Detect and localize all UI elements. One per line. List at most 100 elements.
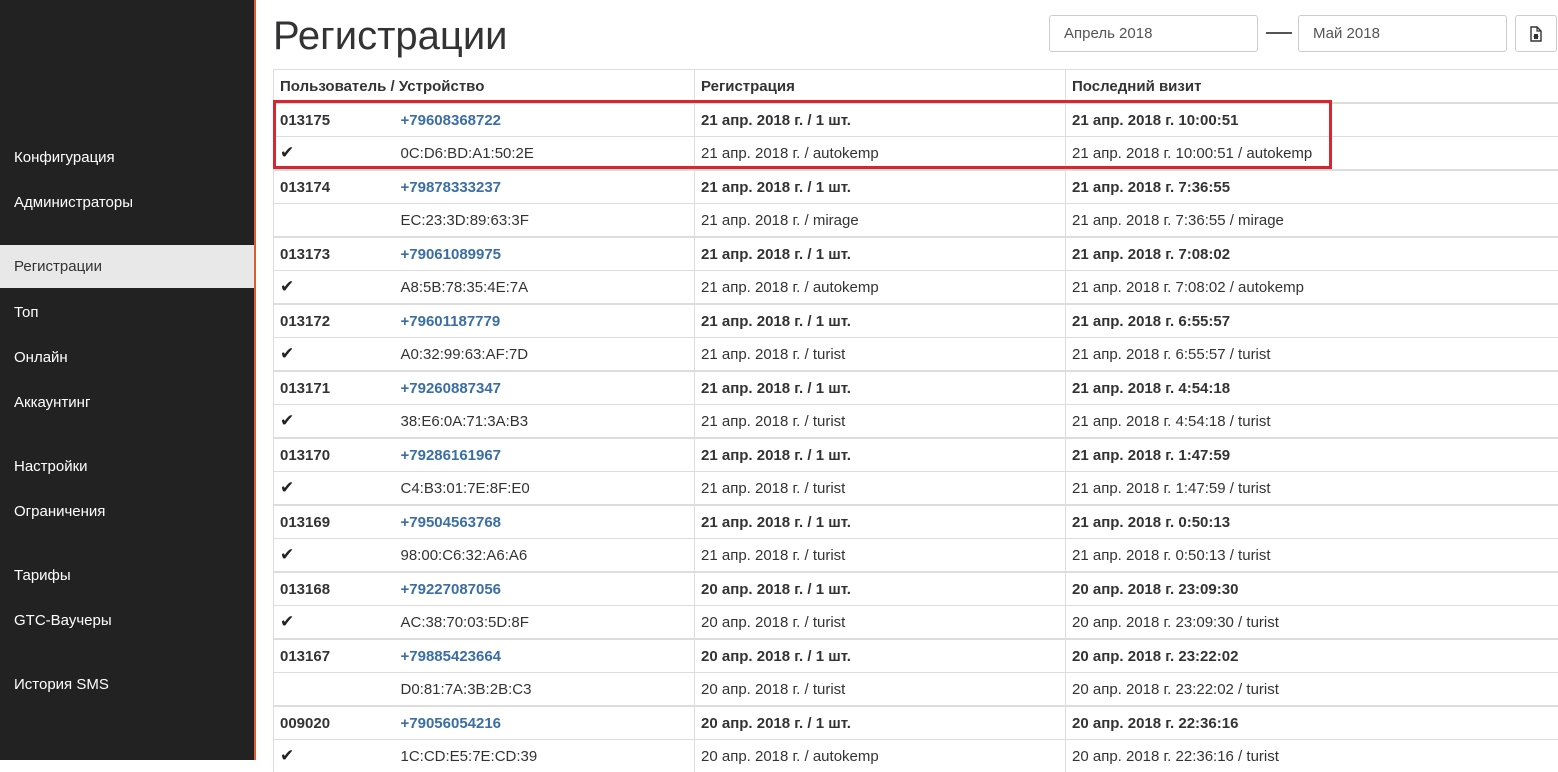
last-visit-detail-cell: 21 апр. 2018 г. 7:36:55 / mirage xyxy=(1066,204,1558,238)
registration-cell: 21 апр. 2018 г. / 1 шт. xyxy=(695,304,1066,338)
phone-cell: +79885423664 xyxy=(395,639,695,673)
main-content: Регистрации Пользователь / Устройство Ре… xyxy=(256,0,1558,760)
last-visit-cell: 21 апр. 2018 г. 10:00:51 xyxy=(1066,103,1558,137)
table-row: 013169 +79504563768 21 апр. 2018 г. / 1 шт… xyxy=(274,505,1558,539)
registration-detail-cell: 20 апр. 2018 г. / autokemp xyxy=(695,740,1066,772)
last-visit-cell: 21 апр. 2018 г. 1:47:59 xyxy=(1066,438,1558,472)
page-title: Регистрации xyxy=(273,12,508,60)
phone-cell: +79286161967 xyxy=(395,438,695,472)
sidebar-item-configuration[interactable]: Конфигурация xyxy=(0,136,254,179)
table-row: 013173 +79061089975 21 апр. 2018 г. / 1 шт… xyxy=(274,237,1558,271)
last-visit-detail-cell: 21 апр. 2018 г. 1:47:59 / turist xyxy=(1066,472,1558,506)
last-visit-cell: 21 апр. 2018 г. 4:54:18 xyxy=(1066,371,1558,405)
user-id-cell: 013170 xyxy=(274,438,395,472)
table-subrow: ✔ 1C:CD:E5:7E:CD:3920 апр. 2018 г. / auto… xyxy=(274,740,1558,772)
phone-link[interactable]: +79286161967 xyxy=(401,447,502,464)
export-button[interactable] xyxy=(1515,15,1557,52)
checkmark-icon: ✔ xyxy=(280,411,294,430)
status-cell xyxy=(274,673,395,707)
table-subrow: D0:81:7A:3B:2B:C320 апр. 2018 г. / turis… xyxy=(274,673,1558,707)
phone-cell: +79504563768 xyxy=(395,505,695,539)
registration-cell: 20 апр. 2018 г. / 1 шт. xyxy=(695,706,1066,740)
last-visit-detail-cell: 21 апр. 2018 г. 4:54:18 / turist xyxy=(1066,405,1558,439)
sidebar-item-administrators[interactable]: Администраторы xyxy=(0,181,254,224)
phone-link[interactable]: +79260887347 xyxy=(401,380,502,397)
registration-cell: 21 апр. 2018 г. / 1 шт. xyxy=(695,438,1066,472)
sidebar-item-accounting[interactable]: Аккаунтинг xyxy=(0,381,254,424)
table-subrow: ✔AC:38:70:03:5D:8F20 апр. 2018 г. / turi… xyxy=(274,606,1558,640)
column-header-user-device[interactable]: Пользователь / Устройство xyxy=(274,70,695,104)
table-row: 013167 +79885423664 20 апр. 2018 г. / 1 шт… xyxy=(274,639,1558,673)
date-to-input[interactable] xyxy=(1298,15,1507,52)
table-subrow: ✔A0:32:99:63:AF:7D21 апр. 2018 г. / turi… xyxy=(274,338,1558,372)
column-header-registration[interactable]: Регистрация xyxy=(695,70,1066,104)
column-header-last-visit[interactable]: Последний визит xyxy=(1066,70,1558,104)
last-visit-detail-cell: 21 апр. 2018 г. 6:55:57 / turist xyxy=(1066,338,1558,372)
last-visit-cell: 20 апр. 2018 г. 23:09:30 xyxy=(1066,572,1558,606)
user-id-cell: 013167 xyxy=(274,639,395,673)
sidebar-item-registrations[interactable]: Регистрации xyxy=(0,245,254,288)
status-cell: ✔ xyxy=(274,271,395,305)
phone-link[interactable]: +79504563768 xyxy=(401,514,502,531)
sidebar-item-online[interactable]: Онлайн xyxy=(0,336,254,379)
user-id-cell: 013168 xyxy=(274,572,395,606)
sidebar-item-settings[interactable]: Настройки xyxy=(0,445,254,488)
phone-link[interactable]: +79227087056 xyxy=(401,581,502,598)
table-row: 013174+7987833323721 апр. 2018 г. / 1 шт… xyxy=(274,170,1558,204)
mac-address-cell: 0C:D6:BD:A1:50:2E xyxy=(395,137,695,171)
mac-address-cell: D0:81:7A:3B:2B:C3 xyxy=(395,673,695,707)
phone-cell: +79227087056 xyxy=(395,572,695,606)
mac-address-cell: EC:23:3D:89:63:3F xyxy=(395,204,695,238)
registration-detail-cell: 21 апр. 2018 г. / autokemp xyxy=(695,271,1066,305)
mac-address-cell: 98:00:C6:32:A6:A6 xyxy=(395,539,695,573)
phone-link[interactable]: +79056054216 xyxy=(401,715,502,732)
date-from-input[interactable] xyxy=(1049,15,1258,52)
status-cell xyxy=(274,204,395,238)
phone-link[interactable]: +79601187779 xyxy=(401,313,501,330)
registration-detail-cell: 21 апр. 2018 г. / turist xyxy=(695,405,1066,439)
sidebar-item-restrictions[interactable]: Ограничения xyxy=(0,490,254,533)
registrations-table: Пользователь / Устройство Регистрация По… xyxy=(273,69,1558,772)
mac-address-cell: C4:B3:01:7E:8F:E0 xyxy=(395,472,695,506)
phone-link[interactable]: +79878333237 xyxy=(401,179,502,196)
user-id-cell: 013172 xyxy=(274,304,395,338)
phone-link[interactable]: +79608368722 xyxy=(401,112,502,129)
status-cell: ✔ xyxy=(274,740,395,772)
user-id-cell: 013173 xyxy=(274,237,395,271)
phone-link[interactable]: +79885423664 xyxy=(401,648,502,665)
registration-cell: 21 апр. 2018 г. / 1 шт. xyxy=(695,237,1066,271)
checkmark-icon: ✔ xyxy=(280,746,294,765)
sidebar-item-top[interactable]: Топ xyxy=(0,291,254,334)
sidebar-item-tariffs[interactable]: Тарифы xyxy=(0,554,254,597)
last-visit-cell: 20 апр. 2018 г. 23:22:02 xyxy=(1066,639,1558,673)
table-row: 013170 +79286161967 21 апр. 2018 г. / 1 шт… xyxy=(274,438,1558,472)
checkmark-icon: ✔ xyxy=(280,277,294,296)
sidebar-item-gtc-vouchers[interactable]: GTC-Ваучеры xyxy=(0,599,254,642)
table-row: 013172 +79601187779 21 апр. 2018 г. / 1 шт… xyxy=(274,304,1558,338)
phone-link[interactable]: +79061089975 xyxy=(401,246,502,263)
user-id-cell: 013169 xyxy=(274,505,395,539)
registration-cell: 21 апр. 2018 г. / 1 шт. xyxy=(695,371,1066,405)
phone-cell: +79061089975 xyxy=(395,237,695,271)
registration-cell: 21 апр. 2018 г. / 1 шт. xyxy=(695,170,1066,204)
last-visit-detail-cell: 21 апр. 2018 г. 10:00:51 / autokemp xyxy=(1066,137,1558,171)
registration-cell: 20 апр. 2018 г. / 1 шт. xyxy=(695,572,1066,606)
mac-address-cell: AC:38:70:03:5D:8F xyxy=(395,606,695,640)
registration-cell: 21 апр. 2018 г. / 1 шт. xyxy=(695,103,1066,137)
registration-cell: 20 апр. 2018 г. / 1 шт. xyxy=(695,639,1066,673)
registration-cell: 21 апр. 2018 г. / 1 шт. xyxy=(695,505,1066,539)
table-subrow: ✔0C:D6:BD:A1:50:2E21 апр. 2018 г. / auto… xyxy=(274,137,1558,171)
last-visit-detail-cell: 21 апр. 2018 г. 0:50:13 / turist xyxy=(1066,539,1558,573)
table-header-row: Пользователь / Устройство Регистрация По… xyxy=(274,70,1558,104)
phone-cell: +79608368722 xyxy=(395,103,695,137)
sidebar: Конфигурация Администраторы Регистрации … xyxy=(0,0,256,760)
mac-address-cell: 1C:CD:E5:7E:CD:39 xyxy=(395,740,695,772)
mac-address-cell: A8:5B:78:35:4E:7A xyxy=(395,271,695,305)
checkmark-icon: ✔ xyxy=(280,478,294,497)
sidebar-item-sms-history[interactable]: История SMS xyxy=(0,663,254,706)
phone-cell: +79056054216 xyxy=(395,706,695,740)
checkmark-icon: ✔ xyxy=(280,143,294,162)
table-row: 013171+7926088734721 апр. 2018 г. / 1 шт… xyxy=(274,371,1558,405)
user-id-cell: 009020 xyxy=(274,706,395,740)
registration-detail-cell: 21 апр. 2018 г. / mirage xyxy=(695,204,1066,238)
